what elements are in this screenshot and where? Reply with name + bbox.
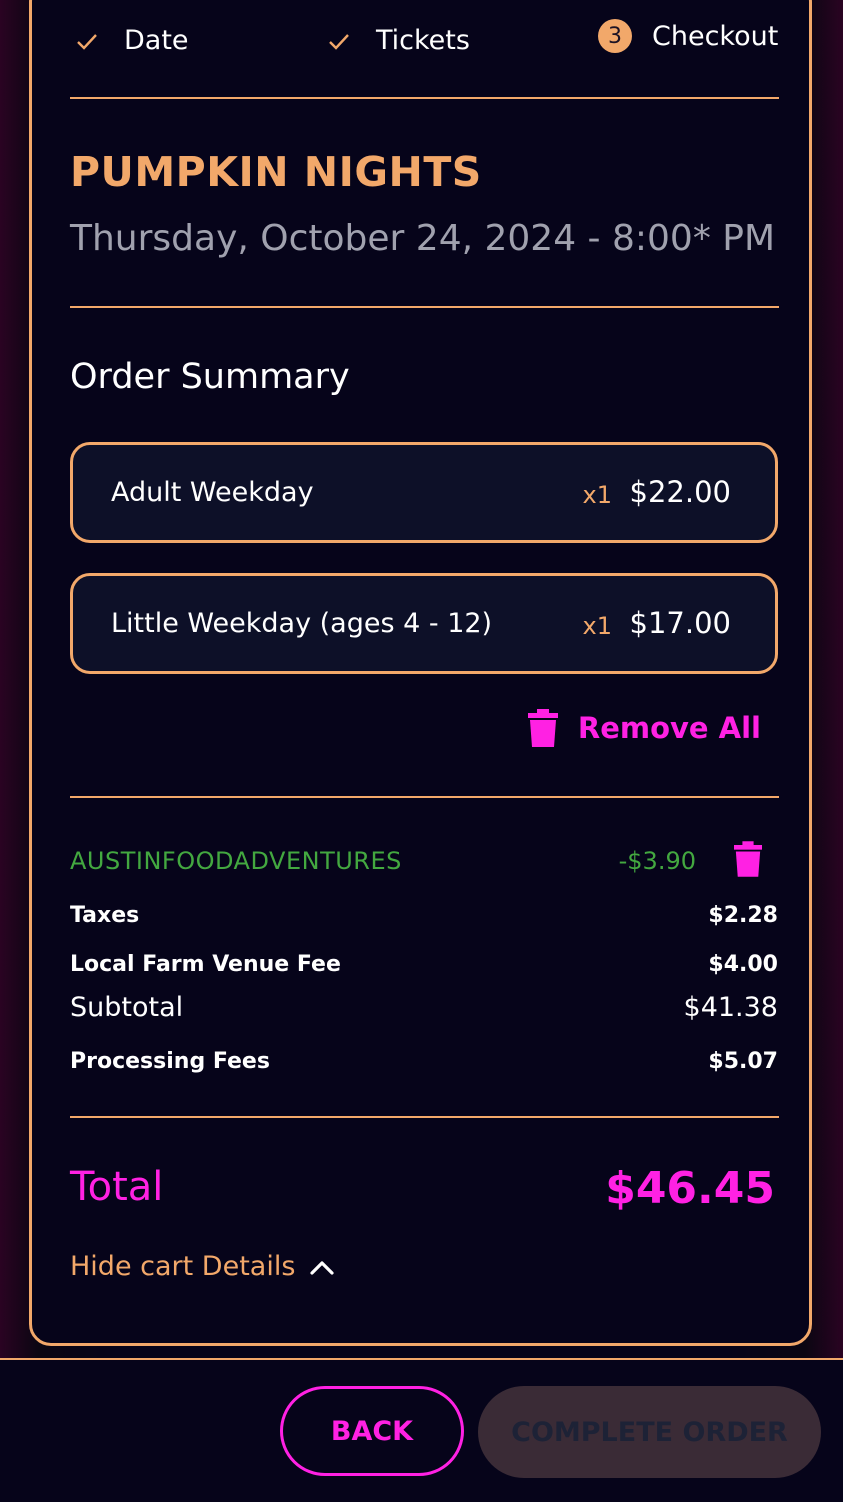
total-label: Total bbox=[70, 1164, 164, 1210]
checkout-card: Date Tickets 3 Checkout PUMPKIN NIGHTS T… bbox=[29, 0, 812, 1346]
ticket-quantity: x1 bbox=[582, 612, 612, 640]
order-summary-heading: Order Summary bbox=[70, 357, 350, 397]
divider bbox=[70, 796, 779, 798]
trash-icon bbox=[527, 709, 558, 747]
event-datetime: Thursday, October 24, 2024 - 8:00* PM bbox=[70, 218, 776, 259]
venue-fee-label: Local Farm Venue Fee bbox=[70, 952, 341, 977]
taxes-row: Taxes $2.28 bbox=[70, 903, 778, 933]
promo-code-row: AUSTINFOODADVENTURES -$3.90 bbox=[70, 841, 778, 883]
hide-cart-label: Hide cart Details bbox=[70, 1251, 296, 1282]
event-title: PUMPKIN NIGHTS bbox=[70, 148, 482, 196]
check-icon bbox=[329, 33, 349, 50]
step-label: Date bbox=[124, 25, 189, 56]
ticket-quantity: x1 bbox=[582, 481, 612, 509]
ticket-name: Little Weekday (ages 4 - 12) bbox=[111, 608, 493, 639]
ticket-price: $22.00 bbox=[629, 475, 731, 509]
step-label: Checkout bbox=[652, 20, 779, 52]
subtotal-row: Subtotal $41.38 bbox=[70, 992, 778, 1028]
check-icon bbox=[77, 33, 97, 50]
divider bbox=[70, 1116, 779, 1118]
chevron-up-icon bbox=[310, 1260, 335, 1275]
step-number-badge: 3 bbox=[598, 19, 632, 53]
subtotal-label: Subtotal bbox=[70, 992, 184, 1023]
complete-order-button[interactable]: COMPLETE ORDER bbox=[478, 1386, 821, 1478]
ticket-price: $17.00 bbox=[629, 606, 731, 640]
ticket-line-item: Adult Weekday x1 $22.00 bbox=[70, 442, 778, 543]
venue-fee-row: Local Farm Venue Fee $4.00 bbox=[70, 952, 778, 982]
hide-cart-details-toggle[interactable]: Hide cart Details bbox=[70, 1251, 335, 1282]
venue-fee-value: $4.00 bbox=[708, 952, 778, 977]
action-footer: BACK COMPLETE ORDER bbox=[0, 1358, 843, 1502]
processing-fees-row: Processing Fees $5.07 bbox=[70, 1049, 778, 1079]
checkout-steps: Date Tickets 3 Checkout bbox=[32, 19, 809, 69]
step-date[interactable]: Date bbox=[76, 25, 189, 56]
taxes-label: Taxes bbox=[70, 903, 140, 928]
promo-discount: -$3.90 bbox=[618, 847, 696, 875]
ticket-line-item: Little Weekday (ages 4 - 12) x1 $17.00 bbox=[70, 573, 778, 674]
ticket-name: Adult Weekday bbox=[111, 477, 314, 508]
remove-all-label: Remove All bbox=[577, 711, 761, 745]
processing-fees-value: $5.07 bbox=[708, 1049, 778, 1074]
processing-fees-label: Processing Fees bbox=[70, 1049, 270, 1074]
divider bbox=[70, 306, 779, 308]
divider bbox=[70, 97, 779, 99]
step-tickets[interactable]: Tickets bbox=[328, 25, 470, 56]
step-label: Tickets bbox=[376, 25, 470, 56]
subtotal-value: $41.38 bbox=[683, 992, 778, 1023]
taxes-value: $2.28 bbox=[708, 903, 778, 928]
promo-code: AUSTINFOODADVENTURES bbox=[70, 847, 402, 875]
back-button[interactable]: BACK bbox=[280, 1386, 464, 1476]
step-checkout: 3 Checkout bbox=[598, 19, 778, 53]
remove-all-button[interactable]: Remove All bbox=[527, 709, 761, 747]
total-value: $46.45 bbox=[605, 1163, 775, 1214]
remove-promo-trash-icon[interactable] bbox=[734, 841, 762, 877]
